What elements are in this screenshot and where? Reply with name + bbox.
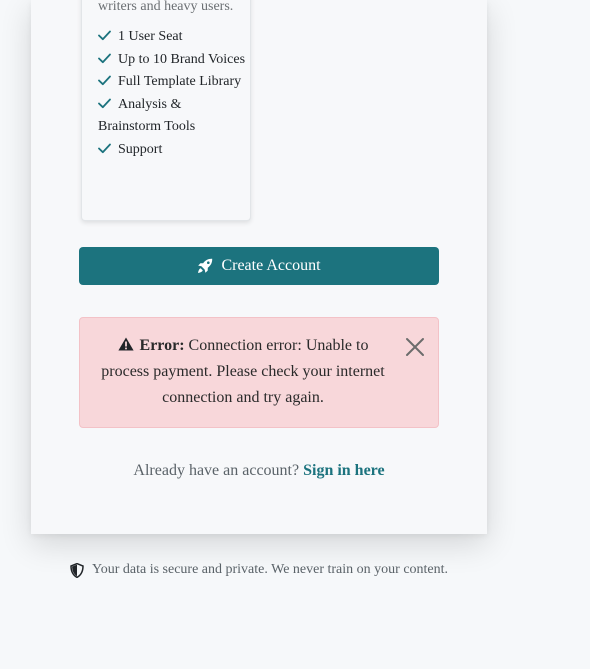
plan-feature: Up to 10 Brand Voices (98, 49, 246, 72)
create-account-label: Create Account (221, 257, 321, 274)
plan-feature-label: Analysis & Brainstorm Tools (98, 96, 196, 135)
signin-link[interactable]: Sign in here (303, 462, 385, 479)
check-icon (98, 143, 111, 153)
signup-card: writers and heavy users. 1 User Seat Up … (31, 0, 487, 534)
close-alert-button[interactable] (404, 336, 426, 358)
check-icon (98, 30, 111, 41)
shield-icon (70, 562, 84, 578)
check-icon (98, 53, 111, 63)
error-alert-text: Error: Connection error: Unable to proce… (98, 333, 388, 411)
signup-page: writers and heavy users. 1 User Seat Up … (0, 0, 590, 669)
plan-feature-list: 1 User Seat Up to 10 Brand Voices Full T… (98, 26, 246, 161)
plan-feature: 1 User Seat (98, 26, 246, 49)
check-icon (98, 98, 111, 108)
rocket-icon (198, 258, 213, 273)
privacy-note-text: Your data is secure and private. We neve… (92, 562, 449, 577)
plan-feature-label: Full Template Library (118, 74, 242, 89)
signin-prompt: Already have an account? (133, 462, 300, 479)
close-icon (406, 338, 424, 356)
create-account-button[interactable]: Create Account (79, 247, 439, 285)
signin-row: Already have an account? Sign in here (31, 462, 487, 480)
error-alert: Error: Connection error: Unable to proce… (79, 317, 439, 428)
check-icon (98, 75, 111, 86)
plan-feature-label: Support (118, 141, 163, 157)
plan-description: writers and heavy users. (98, 0, 234, 14)
error-title: Error: (139, 337, 185, 354)
plan-feature: Analysis & Brainstorm Tools (98, 94, 246, 139)
plan-feature-label: 1 User Seat (118, 29, 183, 44)
privacy-note: Your data is secure and private. We neve… (70, 562, 448, 578)
warning-icon (117, 337, 134, 351)
plan-feature-label: Up to 10 Brand Voices (118, 51, 246, 67)
plan-feature: Full Template Library (98, 71, 246, 94)
plan-feature: Support (98, 139, 246, 162)
plan-card[interactable]: writers and heavy users. 1 User Seat Up … (81, 0, 251, 221)
